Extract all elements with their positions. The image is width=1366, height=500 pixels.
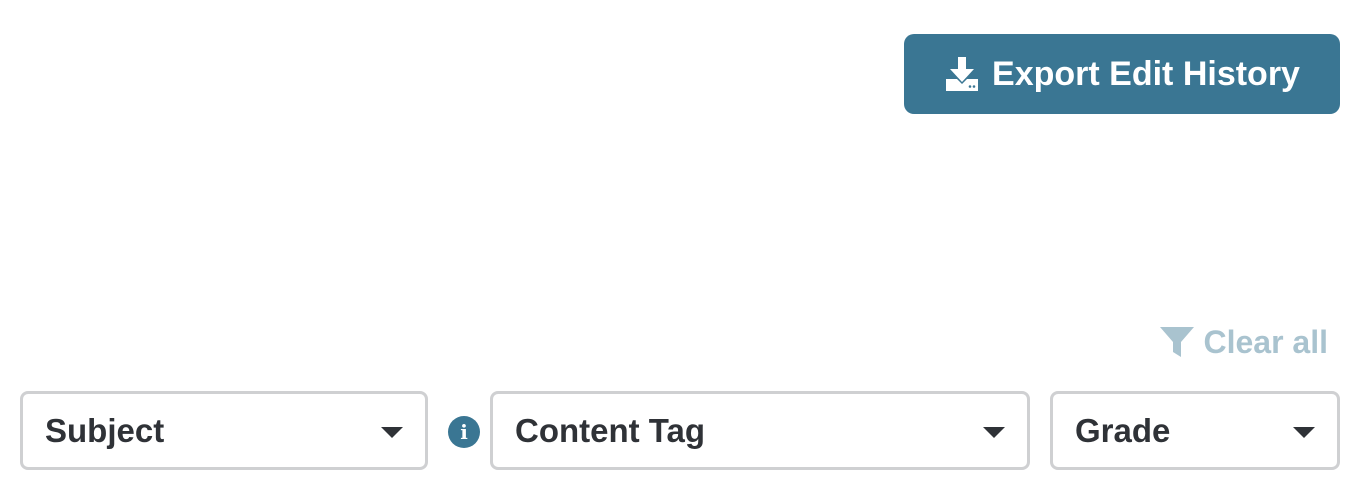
subject-dropdown-label: Subject bbox=[45, 411, 165, 449]
chevron-down-icon bbox=[983, 427, 1005, 438]
grade-dropdown-label: Grade bbox=[1075, 411, 1171, 449]
chevron-down-icon bbox=[381, 427, 403, 438]
clear-all-label: Clear all bbox=[1203, 323, 1328, 360]
download-icon bbox=[944, 55, 980, 93]
chevron-down-icon bbox=[1293, 427, 1315, 438]
export-edit-history-label: Export Edit History bbox=[992, 54, 1300, 93]
subject-dropdown[interactable]: Subject bbox=[20, 391, 428, 470]
content-tag-dropdown[interactable]: Content Tag bbox=[490, 391, 1030, 470]
filter-icon bbox=[1159, 325, 1195, 359]
info-icon[interactable]: i bbox=[448, 416, 480, 448]
grade-dropdown[interactable]: Grade bbox=[1050, 391, 1340, 470]
clear-all-link[interactable]: Clear all bbox=[1159, 322, 1328, 362]
export-edit-history-button[interactable]: Export Edit History bbox=[904, 34, 1340, 114]
content-tag-dropdown-label: Content Tag bbox=[515, 411, 706, 449]
